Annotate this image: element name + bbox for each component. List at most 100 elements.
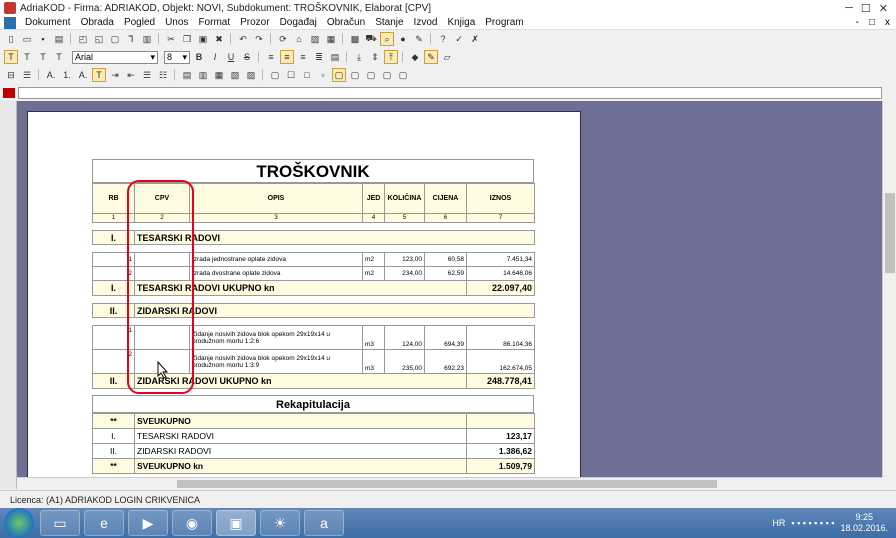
tray-icons[interactable]: ▪ ▪ ▪ ▪ ▪ ▪ ▪ ▪ <box>791 518 834 528</box>
horizontal-scroll-thumb[interactable] <box>177 480 717 488</box>
cell-jed[interactable]: m2 <box>362 266 385 281</box>
recap-label[interactable]: ZIDARSKI RADOVI <box>134 443 467 459</box>
undo-icon[interactable]: ↶ <box>236 32 250 46</box>
recap-num[interactable]: ** <box>92 413 135 429</box>
border-inner-icon[interactable]: □ <box>300 68 314 82</box>
cell-opis[interactable]: Izrada jednostrane oplate zidova <box>189 252 363 267</box>
section-name[interactable]: ZIDARSKI RADOVI <box>133 303 536 318</box>
header-kolicina[interactable]: KOLIČINA <box>384 183 425 214</box>
header-cijena[interactable]: CIJENA <box>424 183 467 214</box>
header-iznos[interactable]: IZNOS <box>466 183 535 214</box>
menu-prozor[interactable]: Prozor <box>235 17 274 28</box>
text-style-icon[interactable]: T <box>4 50 18 64</box>
numbering-lower-button[interactable]: A. <box>76 68 90 82</box>
fill-color-icon[interactable]: ◆ <box>408 50 422 64</box>
menu-pogled[interactable]: Pogled <box>119 17 160 28</box>
insert-col-icon[interactable]: ▥ <box>196 68 210 82</box>
redo-icon[interactable]: ↷ <box>252 32 266 46</box>
app-task-icon[interactable]: ▣ <box>216 510 256 536</box>
zoom-icon[interactable]: ⌕ <box>380 32 394 46</box>
cell-cijena[interactable]: 692,23 <box>424 349 467 374</box>
recap-value[interactable]: 123,17 <box>466 428 535 444</box>
clock[interactable]: 9:25 18.02.2016. <box>840 512 888 534</box>
list-style-icon[interactable]: ☰ <box>20 68 34 82</box>
home-icon[interactable]: ⌂ <box>292 32 306 46</box>
menu-program[interactable]: Program <box>480 17 528 28</box>
maximize-button[interactable]: ☐ <box>861 2 871 15</box>
media-task-icon[interactable]: ▶ <box>128 510 168 536</box>
border-outer-icon[interactable]: ☐ <box>284 68 298 82</box>
border-box-icon[interactable]: ▢ <box>332 68 346 82</box>
menu-stanje[interactable]: Stanje <box>370 17 408 28</box>
border-all-icon[interactable]: ▢ <box>268 68 282 82</box>
recap-value[interactable]: 1.386,62 <box>466 443 535 459</box>
align-center-icon[interactable]: ≡ <box>280 50 294 64</box>
delete-icon[interactable]: ✖ <box>212 32 226 46</box>
col-number[interactable]: 5 <box>384 213 425 223</box>
mdi-minimize-button[interactable]: - <box>856 17 859 28</box>
recap-label[interactable]: TESARSKI RADOVI <box>134 428 467 444</box>
ie-task-icon[interactable]: e <box>84 510 124 536</box>
cell-kolicina[interactable]: 124,00 <box>384 325 425 350</box>
copy-icon[interactable]: ❐ <box>180 32 194 46</box>
horizontal-scrollbar[interactable] <box>17 477 882 489</box>
align-left-icon[interactable]: ≡ <box>264 50 278 64</box>
minimize-button[interactable]: ─ <box>845 2 853 15</box>
mdi-restore-button[interactable]: □ <box>869 17 875 28</box>
save-icon[interactable]: ▪ <box>36 32 50 46</box>
paste-icon[interactable]: ▣ <box>196 32 210 46</box>
border-left-icon[interactable]: ▢ <box>348 68 362 82</box>
outdent-icon[interactable]: ⇤ <box>124 68 138 82</box>
menu-izvod[interactable]: Izvod <box>409 17 443 28</box>
help-icon[interactable]: ? <box>436 32 450 46</box>
cell-iznos[interactable]: 86.104,36 <box>466 325 535 350</box>
border-right-icon[interactable]: ▢ <box>364 68 378 82</box>
text-style-icon[interactable]: T <box>52 50 66 64</box>
section-total-value[interactable]: 248.778,41 <box>466 373 535 389</box>
header-jed[interactable]: JED <box>362 183 385 214</box>
menu-knjiga[interactable]: Knjiga <box>442 17 480 28</box>
font-size-select[interactable]: 8 ▾ <box>164 50 190 64</box>
language-indicator[interactable]: HR <box>772 518 785 528</box>
preview-icon[interactable]: ◰ <box>76 32 90 46</box>
indent-icon[interactable]: ⇥ <box>108 68 122 82</box>
numbering-number-button[interactable]: 1. <box>60 68 74 82</box>
border-none-icon[interactable]: ▫ <box>316 68 330 82</box>
refresh-icon[interactable]: ⟳ <box>276 32 290 46</box>
cell-jed[interactable]: m3 <box>362 325 385 350</box>
underline-button[interactable]: U <box>224 50 238 64</box>
cell-kolicina[interactable]: 123,00 <box>384 252 425 267</box>
cell-opis[interactable]: Izrada dvostrane oplate zidova <box>189 266 363 281</box>
recap-num[interactable]: II. <box>92 443 135 459</box>
col-number[interactable]: 6 <box>424 213 467 223</box>
eraser-icon[interactable]: ▱ <box>440 50 454 64</box>
text-indent-icon[interactable]: T <box>92 68 106 82</box>
italic-button[interactable]: I <box>208 50 222 64</box>
open-icon[interactable]: ▭ <box>20 32 34 46</box>
menu-obrada[interactable]: Obrada <box>76 17 119 28</box>
justify-all-icon[interactable]: ▤ <box>328 50 342 64</box>
cell-opis[interactable]: Zidanje nosivih zidova blok opekom 29x19… <box>189 349 363 374</box>
insert-row-icon[interactable]: ▤ <box>180 68 194 82</box>
print-icon[interactable]: ▤ <box>52 32 66 46</box>
bullet-list-icon[interactable]: ☰ <box>140 68 154 82</box>
menu-unos[interactable]: Unos <box>160 17 193 28</box>
menu-dokument[interactable]: Dokument <box>20 17 76 28</box>
cell-kolicina[interactable]: 235,00 <box>384 349 425 374</box>
align-right-icon[interactable]: ≡ <box>296 50 310 64</box>
page-icon[interactable]: ▢ <box>108 32 122 46</box>
menu-format[interactable]: Format <box>193 17 235 28</box>
start-button[interactable] <box>4 508 34 538</box>
recap-label[interactable]: SVEUKUPNO kn <box>134 458 467 474</box>
close-button[interactable]: ✕ <box>879 2 888 15</box>
table-icon[interactable]: ▦ <box>324 32 338 46</box>
valign-bottom-icon[interactable]: ⤓ <box>352 50 366 64</box>
header-opis[interactable]: OPIS <box>189 183 363 214</box>
cut-icon[interactable]: ✂ <box>164 32 178 46</box>
cell-cijena[interactable]: 62,59 <box>424 266 467 281</box>
cell-jed[interactable]: m3 <box>362 349 385 374</box>
calculator-icon[interactable]: ▩ <box>348 32 362 46</box>
recap-num[interactable]: I. <box>92 428 135 444</box>
valign-top-icon[interactable]: ⤒ <box>384 50 398 64</box>
border-top-icon[interactable]: ▢ <box>380 68 394 82</box>
